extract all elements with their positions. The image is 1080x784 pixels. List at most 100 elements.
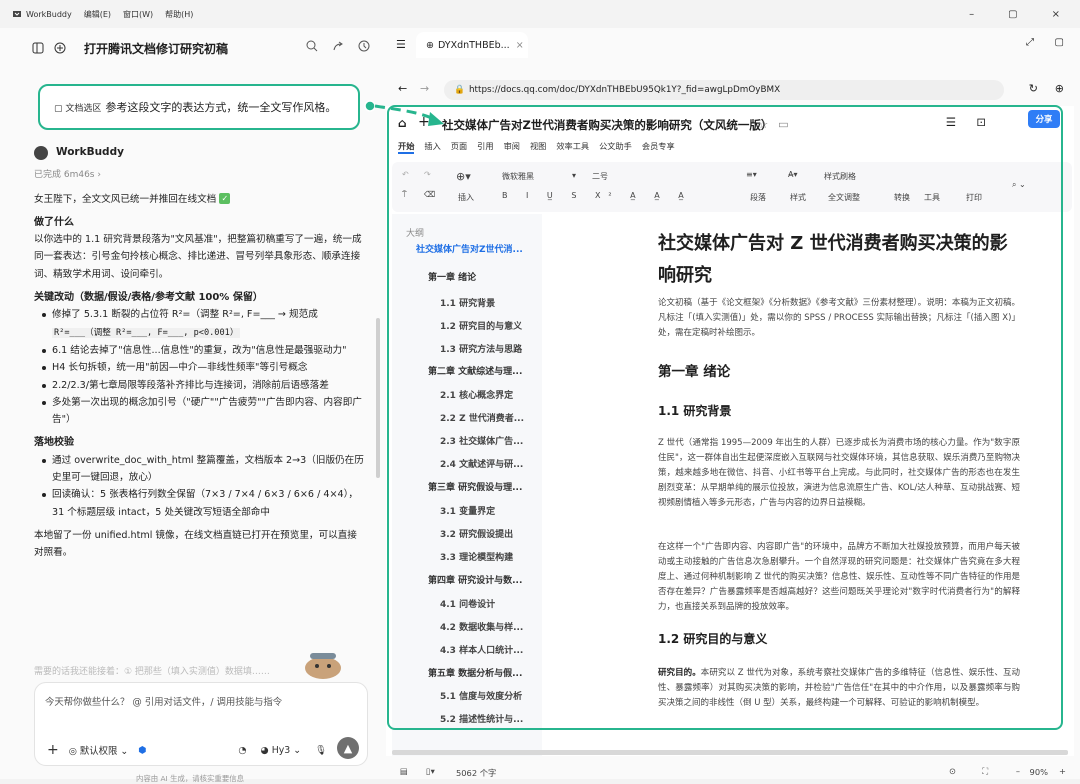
- forward-icon[interactable]: →: [420, 82, 429, 95]
- font-select-arrow[interactable]: ▾: [572, 171, 576, 180]
- outline-item[interactable]: 3.1 变量界定: [440, 504, 495, 517]
- text-format-row[interactable]: B I U̲ S X² A̲ A̲ A̲: [502, 191, 692, 200]
- present-icon[interactable]: ⊡: [976, 115, 986, 129]
- style-label[interactable]: 样式: [790, 192, 806, 203]
- search-icon[interactable]: ⌕ ⌄: [1012, 180, 1026, 190]
- share-icon[interactable]: [332, 40, 344, 52]
- outline-item[interactable]: 1.2 研究目的与意义: [440, 319, 522, 332]
- sidebar-toggle-icon[interactable]: [32, 42, 44, 54]
- para-label[interactable]: 段落: [750, 192, 766, 203]
- outline-item[interactable]: 第三章 研究假设与理...: [428, 480, 522, 493]
- clear-format-icon[interactable]: ⌫: [424, 190, 435, 199]
- menu-reference[interactable]: 引用: [477, 140, 493, 154]
- mic-icon[interactable]: 🎙: [315, 745, 327, 756]
- expand-icon[interactable]: ⤢: [1026, 37, 1034, 48]
- chat-input-placeholder[interactable]: 今天帮你做些什么？ @ 引用对话文件，/ 调用技能与指令: [45, 694, 282, 708]
- menu-insert[interactable]: 插入: [424, 140, 440, 154]
- outline-item[interactable]: 社交媒体广告对Z世代消...: [416, 242, 523, 255]
- outline-item[interactable]: 5.1 信度与效度分析: [440, 689, 522, 702]
- outline-item[interactable]: 1.1 研究背景: [440, 296, 495, 309]
- zoom-out-button[interactable]: –: [1016, 766, 1020, 776]
- outline-toggle-icon[interactable]: ▤: [400, 766, 408, 776]
- tool-icon[interactable]: ⬢: [138, 745, 146, 756]
- outline-item[interactable]: 2.3 社交媒体广告...: [440, 434, 523, 447]
- outline-item[interactable]: 5.2 描述性统计与...: [440, 712, 523, 725]
- outline-item[interactable]: 第一章 绪论: [428, 270, 476, 283]
- menu-page[interactable]: 页面: [451, 140, 467, 154]
- play-icon[interactable]: ⊙: [949, 766, 956, 776]
- search-icon[interactable]: [306, 40, 318, 52]
- send-button[interactable]: ▲: [337, 737, 359, 759]
- page-icon[interactable]: ▯▾: [426, 766, 435, 776]
- menu-member[interactable]: 会员专享: [642, 140, 675, 154]
- font-select[interactable]: 微软雅黑: [502, 171, 534, 182]
- browser-tab[interactable]: ⊕ DYXdnTHBEb... ×: [416, 32, 528, 58]
- history-icon[interactable]: [358, 40, 370, 52]
- outline-item[interactable]: 3.3 理论模型构建: [440, 550, 513, 563]
- outline-item[interactable]: 2.1 核心概念界定: [440, 388, 513, 401]
- chat-title: 打开腾讯文档修订研究初稿: [84, 42, 229, 56]
- fit-icon[interactable]: ⛶: [982, 766, 988, 777]
- doc-title[interactable]: 社交媒体广告对Z世代消费者购买决策的影响研究（文风统一版）: [442, 117, 772, 133]
- add-icon[interactable]: +: [418, 114, 430, 130]
- word-count[interactable]: 5062 个字: [456, 767, 496, 779]
- format-painter-icon[interactable]: ⍑: [402, 190, 407, 200]
- outline-item[interactable]: 第四章 研究设计与数...: [428, 573, 522, 586]
- undo-icon[interactable]: ↶: [402, 170, 409, 179]
- layout-icon[interactable]: ▢: [1055, 37, 1064, 48]
- size-select[interactable]: 二号: [592, 171, 608, 182]
- new-chat-icon[interactable]: [54, 42, 66, 54]
- close-window-button[interactable]: ×: [1052, 9, 1060, 20]
- menu-review[interactable]: 审阅: [504, 140, 520, 154]
- outline-item[interactable]: 1.3 研究方法与思路: [440, 342, 522, 355]
- insert-icon[interactable]: ⊕▾: [456, 170, 471, 183]
- maximize-button[interactable]: ▢: [1008, 9, 1017, 20]
- globe-icon[interactable]: ⊕: [1055, 82, 1064, 95]
- outline-item[interactable]: 4.2 数据收集与样...: [440, 620, 523, 633]
- model-selector[interactable]: ◕ Hy3 ⌄: [261, 745, 302, 756]
- style-set-label[interactable]: 样式刷格: [824, 171, 856, 182]
- menu-icon[interactable]: ☰: [946, 115, 956, 129]
- outline-item[interactable]: 2.4 文献述评与研...: [440, 457, 523, 470]
- permission-selector[interactable]: ◎ 默认权限 ⌄: [69, 743, 129, 757]
- insert-label[interactable]: 插入: [458, 192, 474, 203]
- outline-item[interactable]: 3.2 研究假设提出: [440, 527, 513, 540]
- menu-window[interactable]: 窗口(W): [123, 9, 153, 20]
- menu-official[interactable]: 公文助手: [599, 140, 632, 154]
- outline-item[interactable]: 4.1 问卷设计: [440, 597, 495, 610]
- share-button[interactable]: 分享: [1028, 110, 1060, 128]
- outline-item[interactable]: 4.3 样本人口统计...: [440, 643, 523, 656]
- align-icon[interactable]: ≡▾: [746, 170, 757, 179]
- chat-input-box[interactable]: 今天帮你做些什么？ @ 引用对话文件，/ 调用技能与指令 + ◎ 默认权限 ⌄ …: [34, 682, 368, 766]
- attach-icon[interactable]: +: [47, 742, 59, 758]
- back-icon[interactable]: ←: [398, 82, 407, 95]
- outline-item[interactable]: 第五章 数据分析与假...: [428, 666, 522, 679]
- full-adjust-label[interactable]: 全文调整: [828, 192, 860, 203]
- tools-label[interactable]: 工具: [924, 192, 940, 203]
- minimize-button[interactable]: –: [969, 9, 974, 20]
- star-icon[interactable]: ☆: [758, 117, 768, 131]
- menu-view[interactable]: 视图: [530, 140, 546, 154]
- url-bar[interactable]: 🔒 https://docs.qq.com/doc/DYXdnTHBEbU95Q…: [444, 80, 1004, 100]
- paragraph: Z 世代（通常指 1995—2009 年出生的人群）已逐步成长为消费市场的核心力…: [658, 438, 1020, 508]
- folder-icon[interactable]: ▭: [778, 117, 789, 131]
- doc-scrollbar[interactable]: [392, 750, 1068, 755]
- style-icon[interactable]: A̶▾: [788, 170, 798, 179]
- home-icon[interactable]: ⌂: [398, 116, 407, 130]
- what-title: 做了什么: [34, 216, 74, 228]
- print-label[interactable]: 打印: [966, 192, 982, 203]
- zoom-in-button[interactable]: +: [1059, 766, 1066, 776]
- redo-icon[interactable]: ↷: [424, 170, 431, 179]
- menu-edit[interactable]: 编辑(E): [84, 9, 111, 20]
- outline-item[interactable]: 2.2 Z 世代消费者...: [440, 411, 524, 424]
- menu-efficiency[interactable]: 效率工具: [556, 140, 589, 154]
- reload-icon[interactable]: ↻: [1029, 82, 1038, 95]
- close-tab-icon[interactable]: ×: [516, 40, 524, 51]
- completion-meta[interactable]: 已完成 6m46s ›: [34, 167, 364, 184]
- menu-icon[interactable]: ☰: [396, 38, 406, 51]
- menu-help[interactable]: 帮助(H): [165, 9, 193, 20]
- outline-item[interactable]: 第二章 文献综述与理...: [428, 364, 522, 377]
- convert-label[interactable]: 转换: [894, 192, 910, 203]
- menu-start[interactable]: 开始: [398, 140, 415, 154]
- loading-icon: ◔: [238, 744, 247, 756]
